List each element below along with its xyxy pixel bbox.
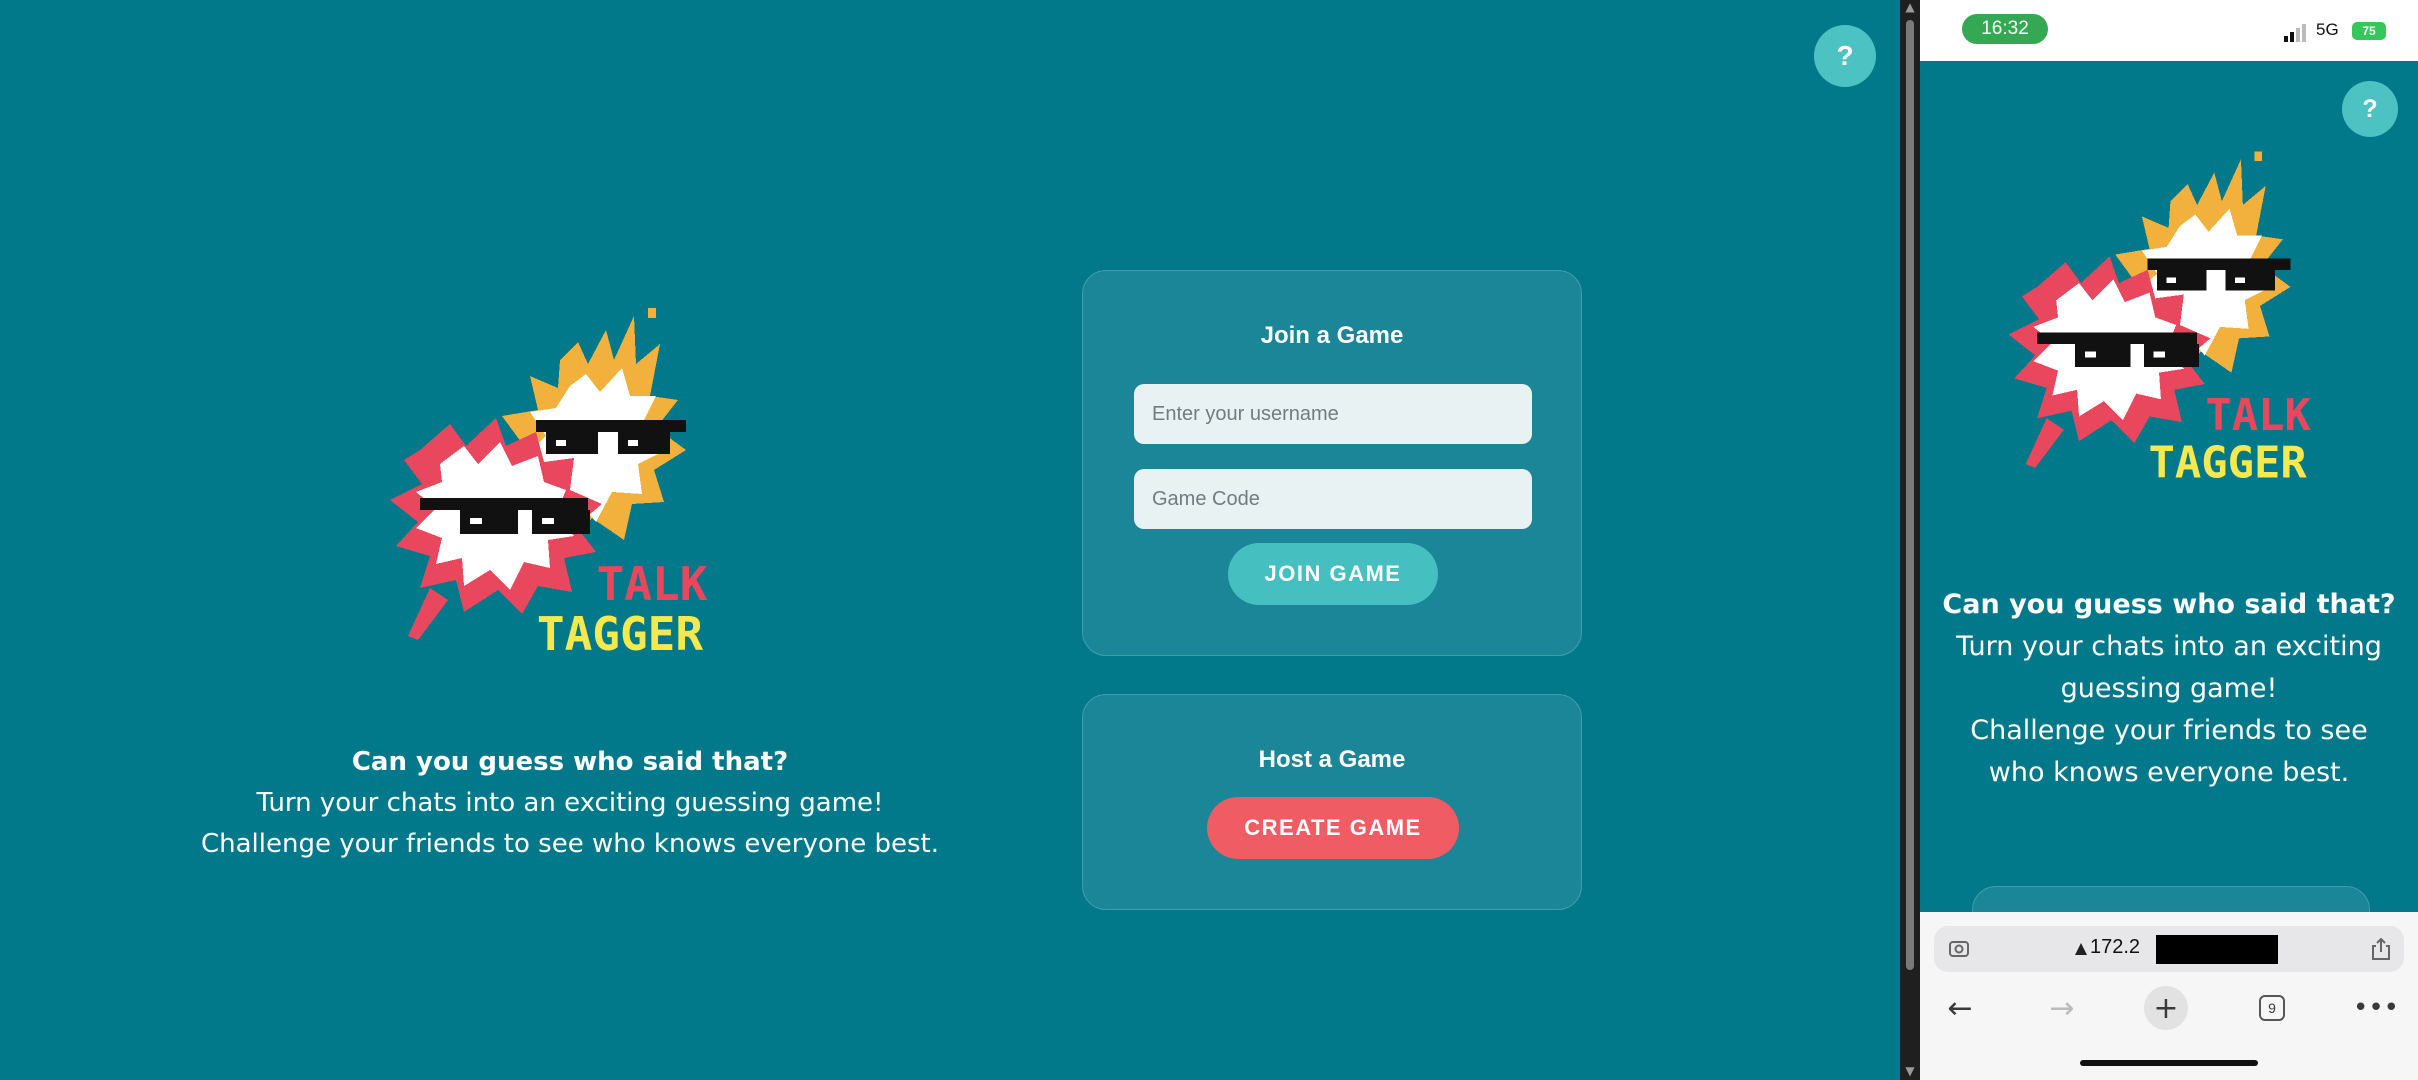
tagline-line-1: Turn your chats into an exciting guessin… xyxy=(256,788,884,818)
tabs-count: 9 xyxy=(2259,995,2285,1021)
talk-tagger-logo: TALK TAGGER xyxy=(360,300,780,680)
scroll-up-icon[interactable]: ▲ xyxy=(1903,0,1917,14)
tabs-icon[interactable]: 9 xyxy=(2252,988,2292,1028)
lens-icon[interactable] xyxy=(1948,938,1970,960)
home-indicator xyxy=(2080,1060,2258,1066)
tagline: Can you guess who said that? Turn your c… xyxy=(170,742,970,865)
scrollbar-thumb[interactable] xyxy=(1906,20,1914,970)
more-icon[interactable]: ••• xyxy=(2353,988,2399,1028)
join-game-button[interactable]: JOIN GAME xyxy=(1228,543,1438,605)
signal-icon xyxy=(2284,24,2306,42)
back-icon[interactable]: ← xyxy=(1940,988,1980,1028)
help-icon[interactable]: ? xyxy=(2342,81,2398,137)
talk-tagger-logo: TALK TAGGER xyxy=(1980,140,2380,510)
url-text: 172.2 xyxy=(2090,936,2141,958)
join-game-panel: Join a Game JOIN GAME xyxy=(1082,270,1582,656)
logo-tagger-text: TAGGER xyxy=(2149,437,2308,488)
game-code-input[interactable] xyxy=(1134,469,1532,529)
phone-preview: 16:32 5G 75 ? TALK TAGGER Can you guess … xyxy=(1920,0,2418,1080)
logo-talk-text: TALK xyxy=(2205,390,2311,441)
logo-tagger-text: TAGGER xyxy=(537,607,703,661)
host-game-title: Host a Game xyxy=(1258,746,1406,773)
tagline-headline: Can you guess who said that? xyxy=(351,747,789,777)
main-window: ? TALK TAGGER Can you guess who said tha… xyxy=(0,0,1900,1080)
share-icon[interactable] xyxy=(2370,937,2392,961)
battery-icon: 75 xyxy=(2352,22,2386,40)
scroll-down-icon[interactable]: ▼ xyxy=(1903,1064,1917,1078)
tagline-line-1: Turn your chats into an exciting guessin… xyxy=(1956,631,2382,704)
new-tab-icon[interactable]: + xyxy=(2144,986,2188,1030)
create-game-button[interactable]: CREATE GAME xyxy=(1207,797,1459,859)
redacted-url xyxy=(2156,935,2278,964)
forward-icon[interactable]: → xyxy=(2042,988,2082,1028)
status-time: 16:32 xyxy=(1962,14,2048,44)
help-icon[interactable]: ? xyxy=(1814,25,1876,87)
join-game-title: Join a Game xyxy=(1260,322,1404,349)
logo-talk-text: TALK xyxy=(597,557,708,611)
warning-icon xyxy=(2075,943,2087,955)
username-input[interactable] xyxy=(1134,384,1532,444)
tagline-line-2: Challenge your friends to see who knows … xyxy=(200,829,940,859)
browser-toolbar: 172.2 ← → + 9 ••• xyxy=(1920,912,2418,1080)
tagline-headline: Can you guess who said that? xyxy=(1942,589,2396,620)
host-game-panel: Host a Game CREATE GAME xyxy=(1082,694,1582,910)
status-bar: 16:32 5G 75 xyxy=(1920,0,2418,61)
phone-tagline: Can you guess who said that? Turn your c… xyxy=(1940,584,2398,794)
address-bar[interactable]: 172.2 xyxy=(1934,926,2404,972)
tagline-line-2: Challenge your friends to see who knows … xyxy=(1970,715,2368,788)
network-type: 5G xyxy=(2316,20,2339,39)
